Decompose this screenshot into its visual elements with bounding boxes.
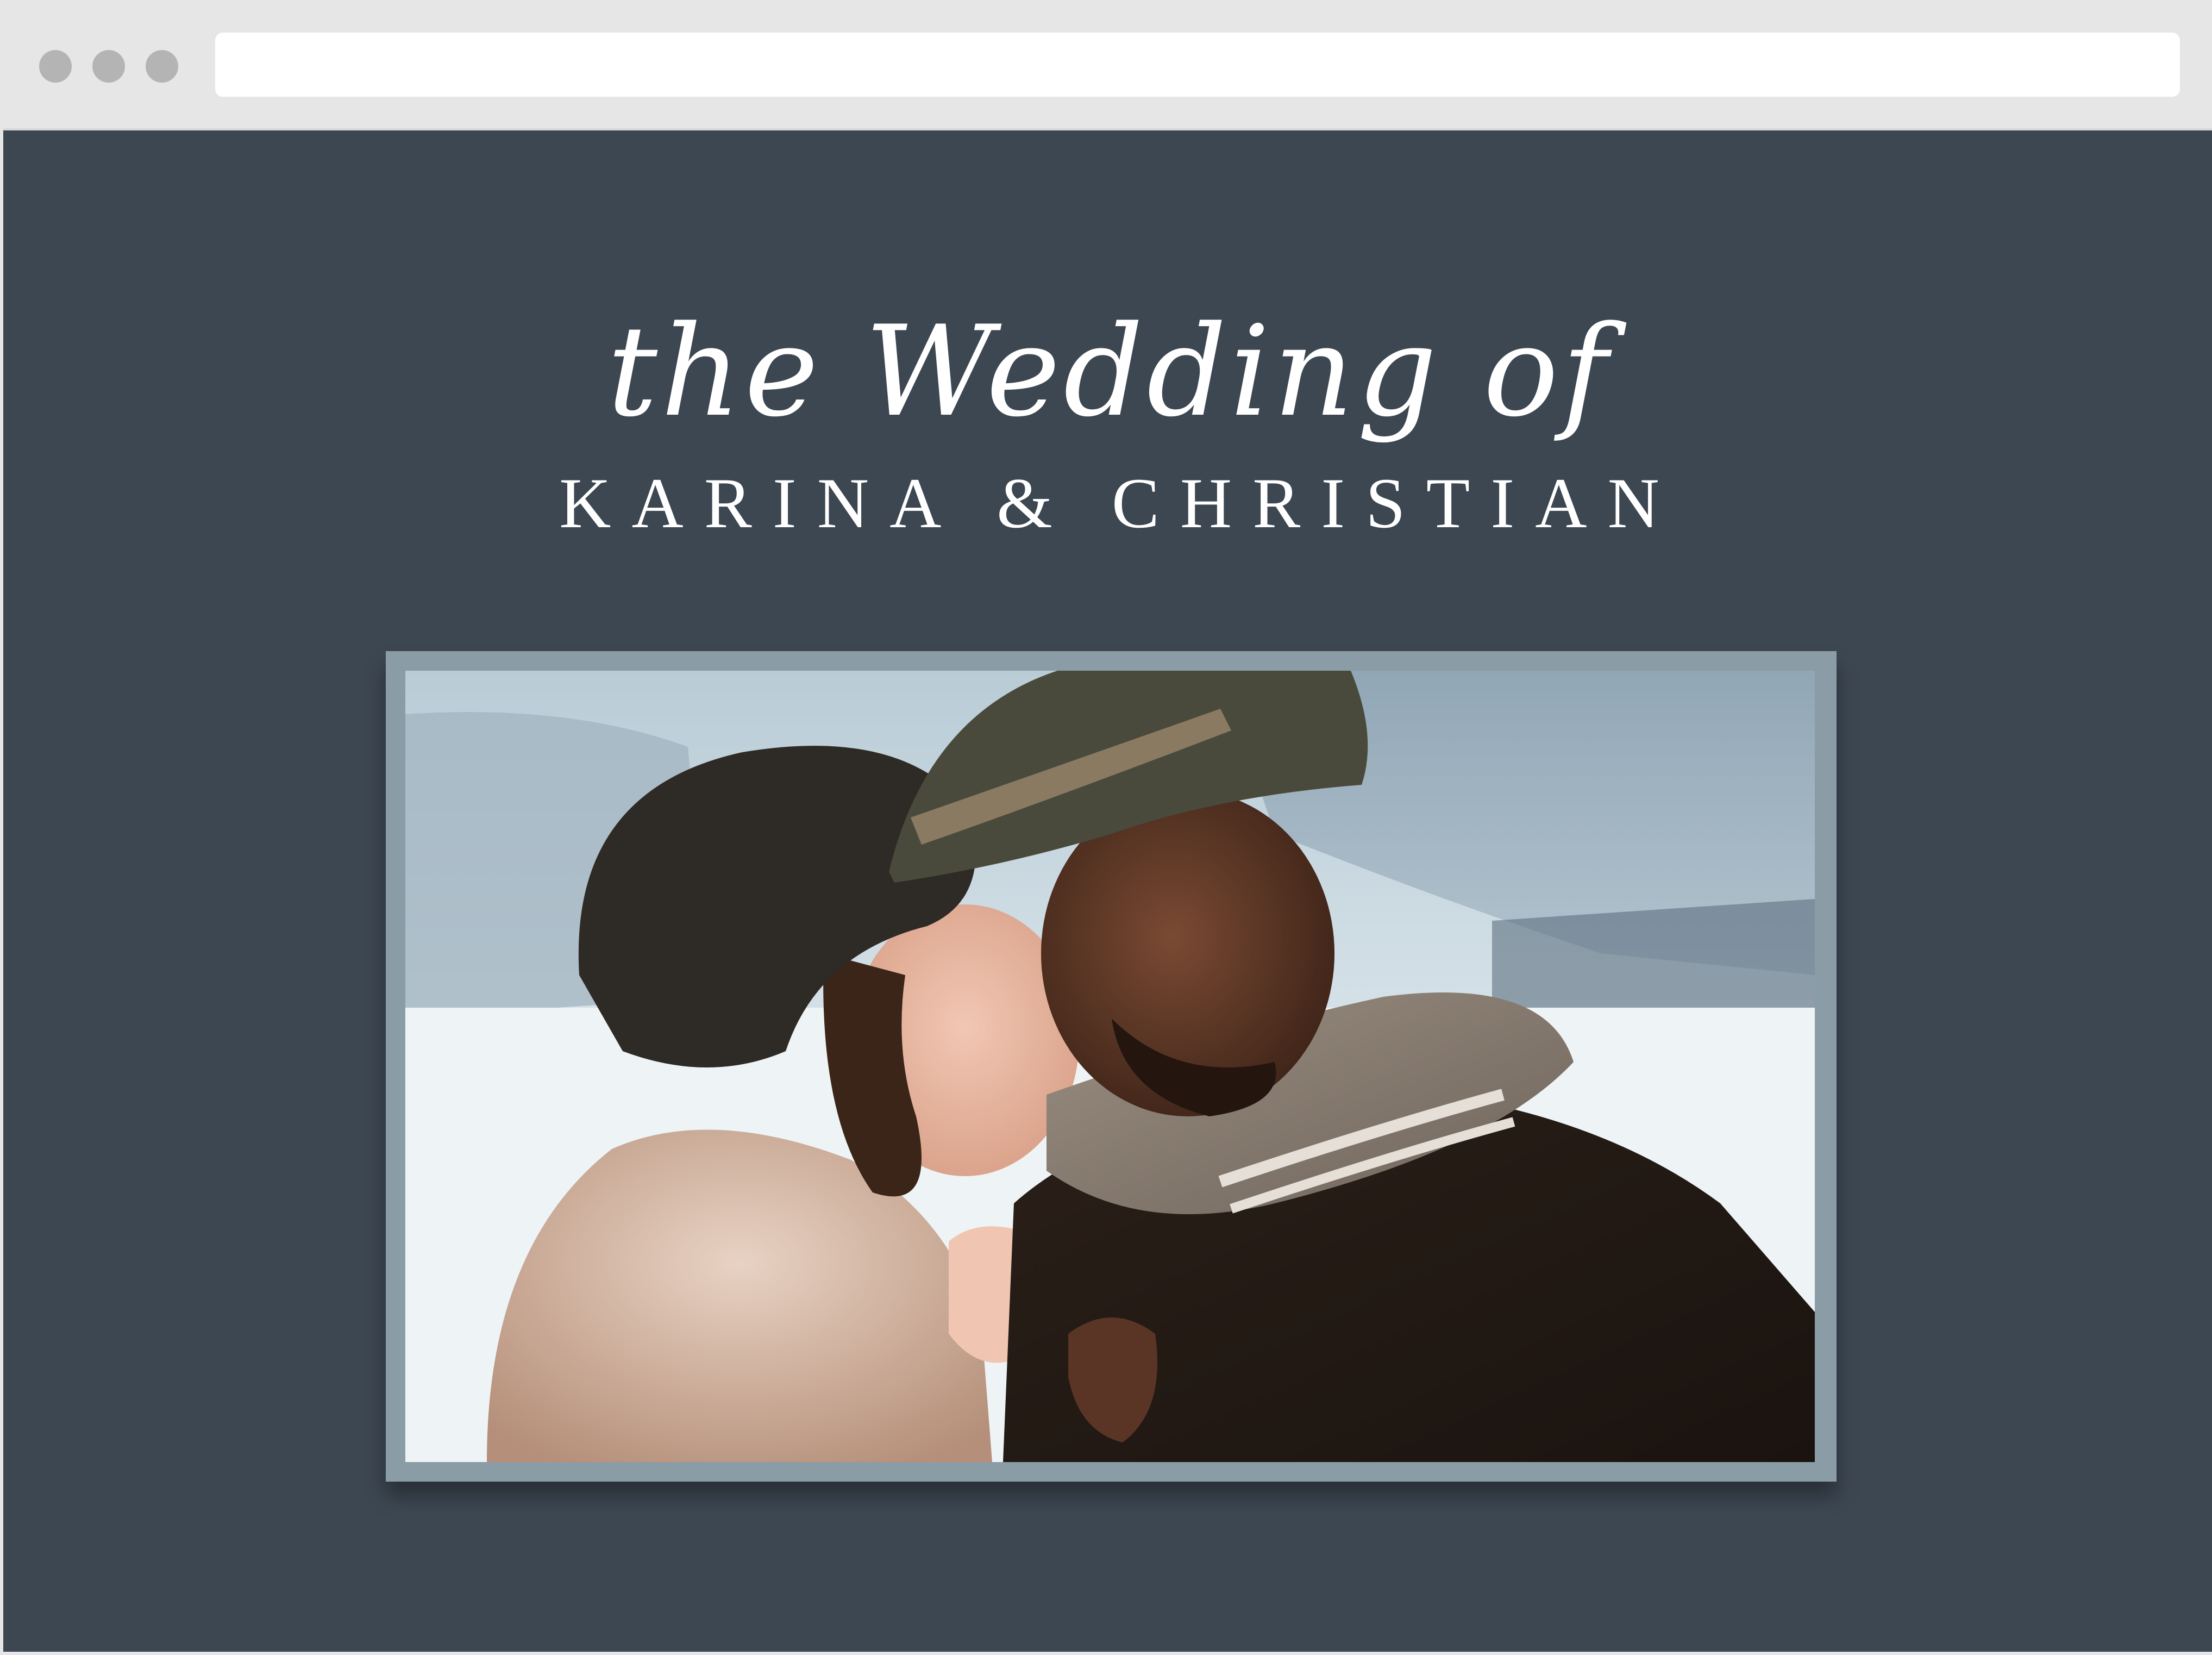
browser-window: the Wedding of KARINA & CHRISTIAN <box>0 0 2212 1655</box>
couple-names-title: KARINA & CHRISTIAN <box>559 463 1680 543</box>
address-bar[interactable] <box>215 33 2180 97</box>
photo-frame <box>386 651 1837 1482</box>
window-close-dot[interactable] <box>39 50 72 83</box>
script-heading: the Wedding of <box>607 299 1612 445</box>
window-maximize-dot[interactable] <box>146 50 178 83</box>
couple-photo <box>405 671 1815 1462</box>
browser-toolbar <box>3 0 2212 130</box>
wedding-page: the Wedding of KARINA & CHRISTIAN <box>7 130 2212 1652</box>
couple-photo-illustration <box>405 671 1815 1462</box>
window-minimize-dot[interactable] <box>92 50 125 83</box>
